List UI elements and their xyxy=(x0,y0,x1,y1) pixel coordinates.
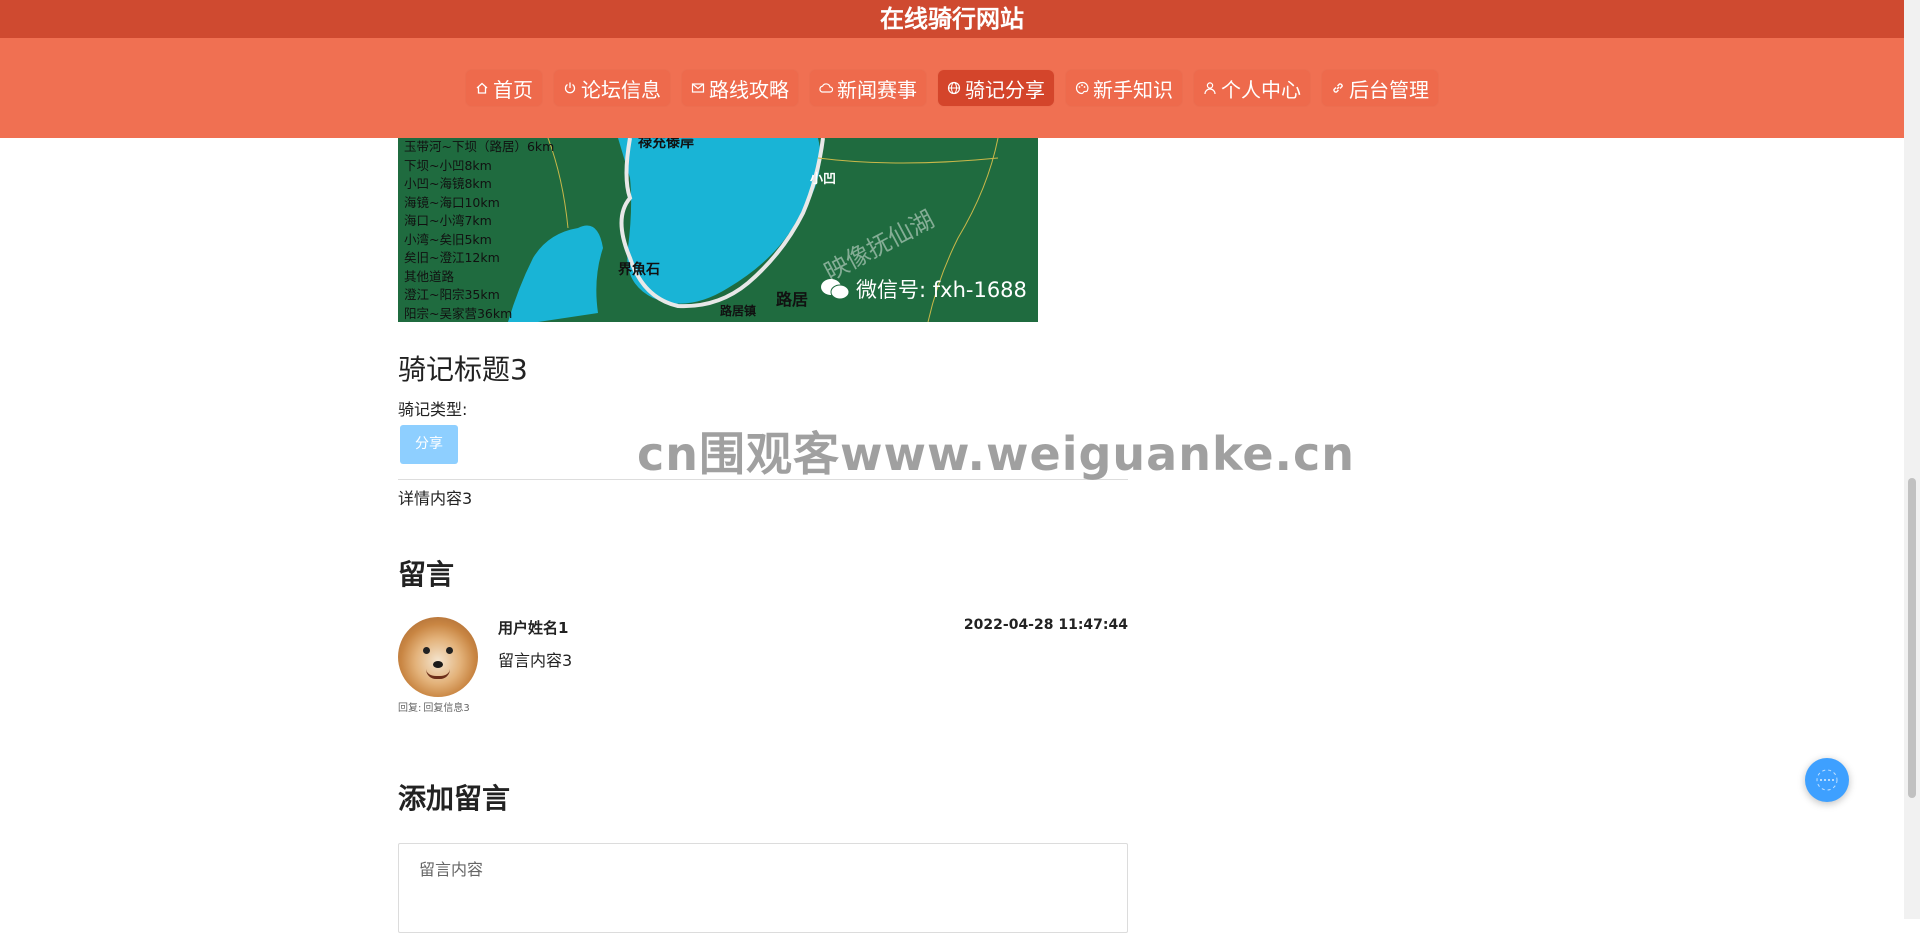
comment-user-name: 用户姓名1 xyxy=(498,619,569,637)
map-legend-item: 海镜~海口10km xyxy=(404,194,500,210)
post-type-button[interactable]: 分享 xyxy=(400,425,458,464)
main-nav: 首页 论坛信息 路线攻略 新闻赛事 骑记分享 新手知识 个人中心 后台管理 xyxy=(0,38,1904,138)
add-comment-title: 添加留言 xyxy=(398,782,511,815)
wechat-icon xyxy=(820,277,850,301)
nav-item-home[interactable]: 首页 xyxy=(466,70,542,106)
site-title: 在线骑行网站 xyxy=(0,0,1904,38)
map-place-label: 路居 xyxy=(776,290,809,309)
globe-icon xyxy=(947,81,961,95)
link-icon xyxy=(1331,81,1345,95)
map-legend-item: 小凹~海镜8km xyxy=(404,176,492,191)
home-icon xyxy=(475,81,489,95)
map-legend-item: 阳宗~吴家营36km xyxy=(404,305,513,321)
palette-icon xyxy=(1075,81,1089,95)
floating-menu-button[interactable] xyxy=(1805,758,1849,802)
mail-icon xyxy=(691,81,705,95)
post-cover-map-image: 玉带河~下坝（路居）6km 下坝~小凹8km 小凹~海镜8km 海镜~海口10k… xyxy=(398,138,1038,322)
nav-item-news[interactable]: 新闻赛事 xyxy=(810,70,926,106)
map-place-label: 小凹 xyxy=(810,172,837,187)
nav-item-label: 论坛信息 xyxy=(581,77,661,102)
nav-item-label: 骑记分享 xyxy=(965,77,1045,102)
cloud-icon xyxy=(819,81,833,95)
post-title: 骑记标题3 xyxy=(398,353,528,386)
nav-item-label: 后台管理 xyxy=(1349,77,1429,102)
comment-timestamp: 2022-04-28 11:47:44 xyxy=(963,617,1128,633)
nav-item-routes[interactable]: 路线攻略 xyxy=(682,70,798,106)
overlay-watermark: cn围观客www.weiguanke.cn xyxy=(637,427,1356,481)
nav-item-label: 新手知识 xyxy=(1093,77,1173,102)
scrollbar-thumb[interactable] xyxy=(1908,478,1916,798)
nav-item-admin[interactable]: 后台管理 xyxy=(1322,70,1438,106)
page-scrollbar[interactable] xyxy=(1904,0,1920,919)
comment-reply: 回复: 回复信息3 xyxy=(398,699,470,714)
nav-item-ride-share[interactable]: 骑记分享 xyxy=(938,70,1054,106)
map-wechat-id: 微信号: fxh-1688 xyxy=(820,274,1027,304)
map-legend-item: 澄江~阳宗35km xyxy=(404,287,500,302)
map-legend-item: 其他道路 xyxy=(404,268,455,284)
comment-reply-label: 回复: xyxy=(398,703,422,714)
map-place-label: 界魚石 xyxy=(618,262,660,278)
user-icon xyxy=(1203,81,1217,95)
map-place-label: 禄充傣岸 xyxy=(638,138,694,151)
map-wechat-text: 微信号: fxh-1688 xyxy=(856,278,1027,302)
nav-item-label: 个人中心 xyxy=(1221,77,1301,102)
map-legend-item: 矣旧~澄江12km xyxy=(404,250,500,265)
map-legend-item: 小湾~矣旧5km xyxy=(404,231,492,247)
nav-item-label: 路线攻略 xyxy=(709,77,789,102)
dots-icon xyxy=(1816,769,1838,791)
map-legend-item: 玉带河~下坝（路居）6km xyxy=(404,139,555,154)
power-icon xyxy=(563,81,577,95)
comment-item: 用户姓名1 2022-04-28 11:47:44 留言内容3 回复: 回复信息… xyxy=(398,617,1128,714)
map-legend-item: 下坝~小凹8km xyxy=(404,157,492,173)
map-place-label: 路居镇 xyxy=(720,304,757,318)
nav-item-label: 首页 xyxy=(493,77,533,102)
nav-item-beginner[interactable]: 新手知识 xyxy=(1066,70,1182,106)
nav-item-profile[interactable]: 个人中心 xyxy=(1194,70,1310,106)
post-type-label: 骑记类型: xyxy=(398,400,468,419)
map-legend: 玉带河~下坝（路居）6km 下坝~小凹8km 小凹~海镜8km 海镜~海口10k… xyxy=(404,138,554,322)
nav-item-label: 新闻赛事 xyxy=(837,77,917,102)
comment-textarea[interactable]: 留言内容 xyxy=(398,843,1128,933)
nav-item-forum[interactable]: 论坛信息 xyxy=(554,70,670,106)
avatar xyxy=(398,617,478,697)
comment-reply-text: 回复信息3 xyxy=(423,703,470,714)
comments-section-title: 留言 xyxy=(398,558,455,591)
comment-text: 留言内容3 xyxy=(498,651,573,670)
post-detail: 详情内容3 xyxy=(398,489,473,508)
map-legend-item: 海口~小湾7km xyxy=(404,213,492,228)
